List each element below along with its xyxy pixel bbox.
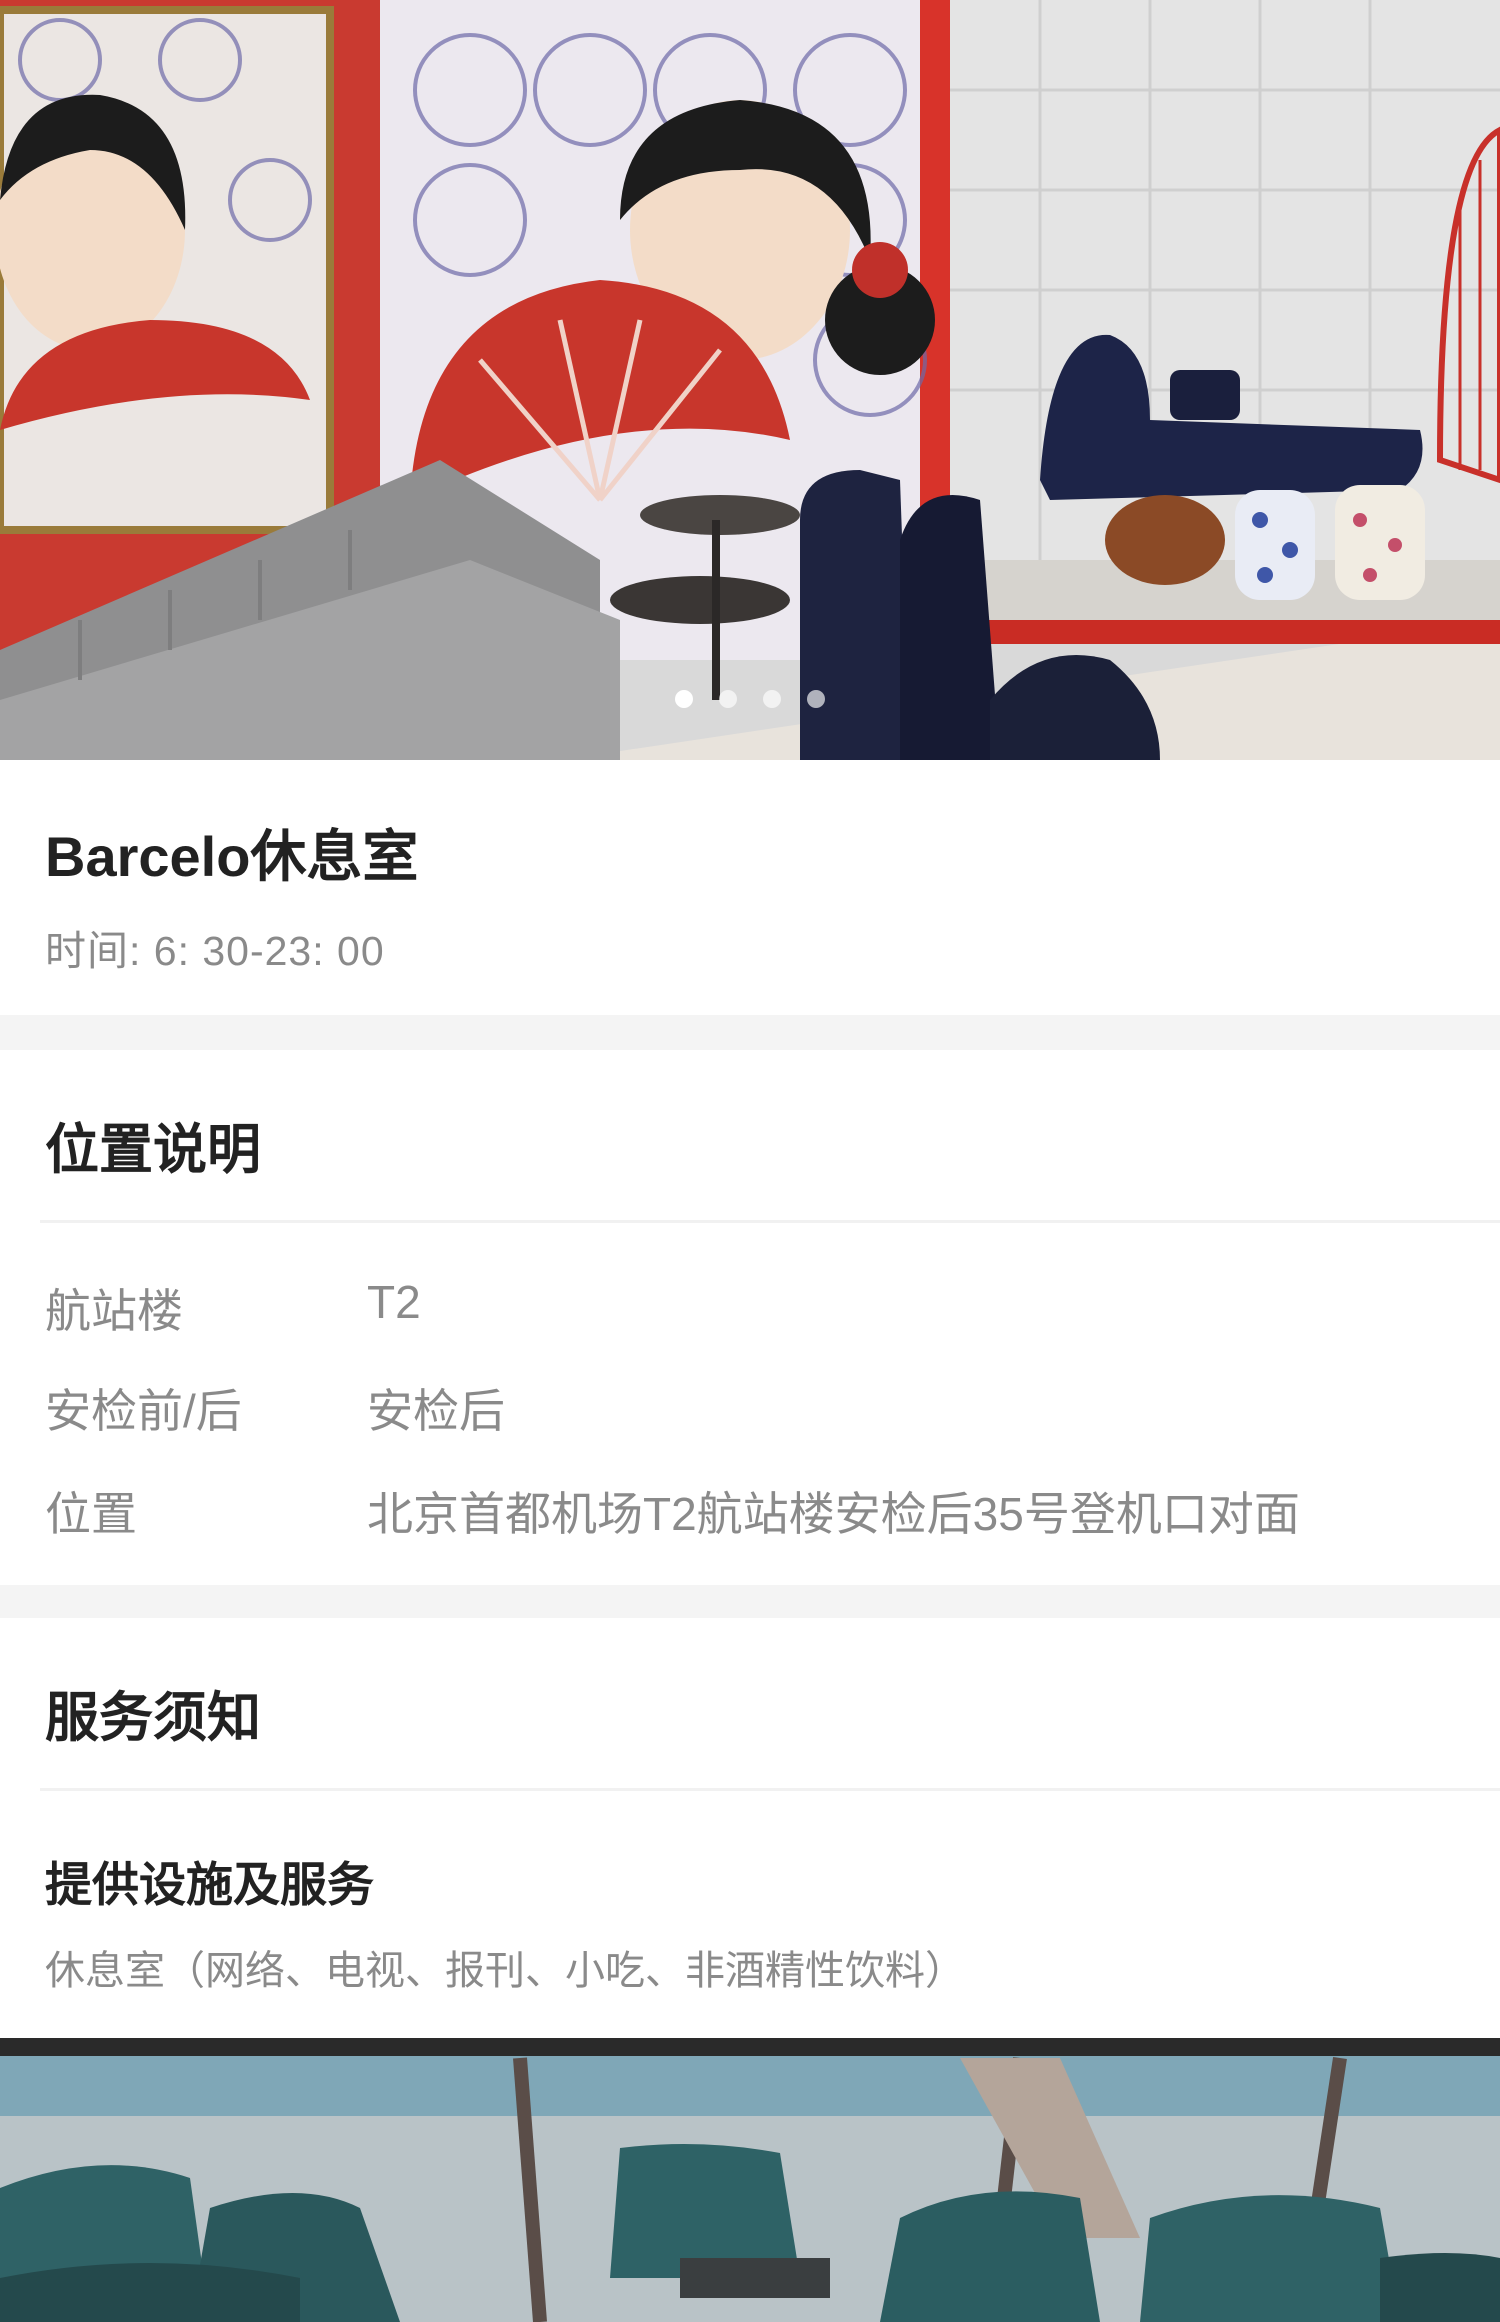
lounge-photo (0, 0, 1500, 760)
facilities-title: 提供设施及服务 (45, 1858, 374, 1911)
location-heading: 位置说明 (45, 1120, 261, 1180)
row-label: 安检前/后 (45, 1385, 242, 1437)
lounge-name: Barcelo休息室 (45, 825, 419, 888)
lounge-photo (0, 2038, 1500, 2322)
location-card: 位置说明 航站楼 T2 安检前/后 安检后 位置 北京首都机场T2航站楼安检后3… (0, 1050, 1500, 1585)
carousel-dot-1[interactable] (675, 690, 693, 708)
row-value: 北京首都机场T2航站楼安检后35号登机口对面 (367, 1488, 1300, 1540)
service-heading: 服务须知 (45, 1688, 261, 1748)
lounge-photo-carousel[interactable] (0, 0, 1500, 760)
opening-hours: 时间: 6: 30-23: 00 (45, 928, 385, 974)
carousel-dot-3[interactable] (763, 690, 781, 708)
lounge-info-card: Barcelo休息室 时间: 6: 30-23: 00 (0, 760, 1500, 1015)
carousel-dot-4[interactable] (807, 690, 825, 708)
section-divider (40, 1788, 1500, 1791)
lounge-photo-secondary (0, 2038, 1500, 2322)
facilities-text: 休息室（网络、电视、报刊、小吃、非酒精性饮料） (45, 1949, 965, 1993)
row-label: 航站楼 (45, 1285, 183, 1337)
row-label: 位置 (45, 1488, 137, 1540)
carousel-dot-2[interactable] (719, 690, 737, 708)
row-value: T2 (367, 1276, 421, 1328)
row-value: 安检后 (367, 1385, 505, 1437)
section-divider (40, 1220, 1500, 1223)
service-notice-card: 服务须知 提供设施及服务 休息室（网络、电视、报刊、小吃、非酒精性饮料） (0, 1618, 1500, 2038)
carousel-pagination[interactable] (0, 690, 1500, 708)
